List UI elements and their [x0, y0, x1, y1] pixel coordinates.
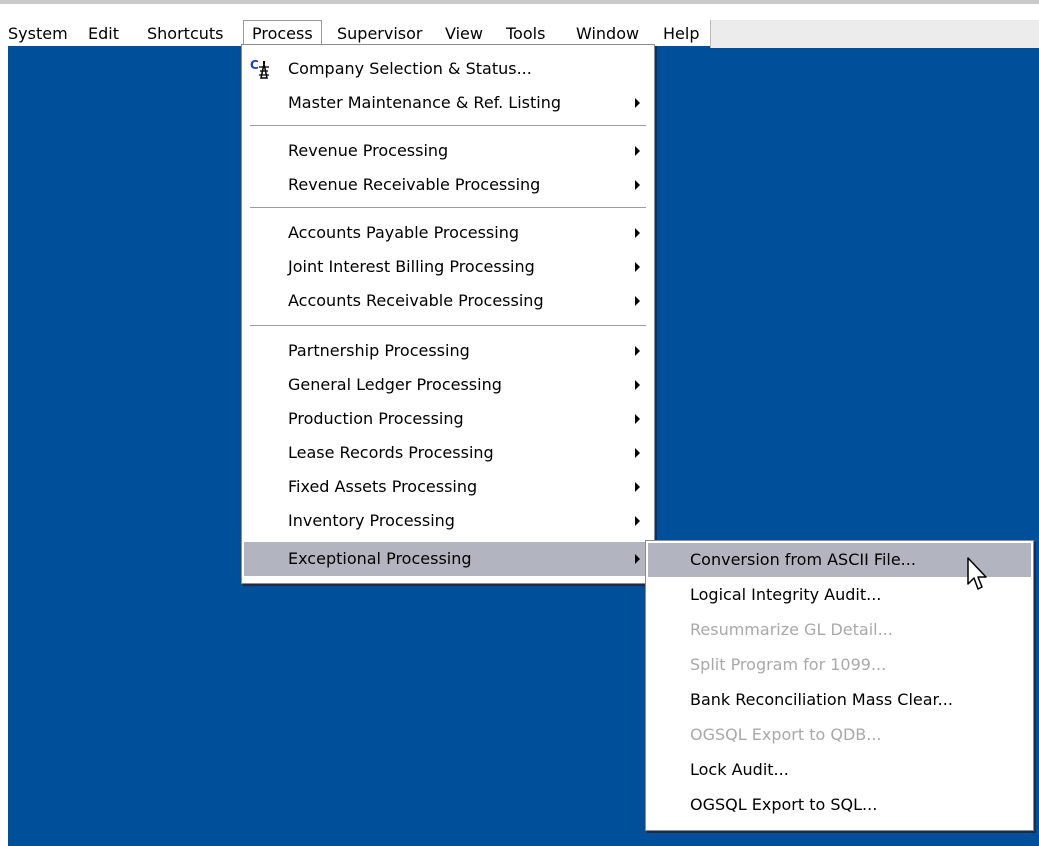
menu-item-label: Company Selection & Status... — [288, 59, 532, 78]
menu-item-lock-audit[interactable]: Lock Audit... — [648, 753, 1031, 787]
menu-item-joint-interest-billing[interactable]: Joint Interest Billing Processing — [244, 250, 652, 284]
submenu-arrow-icon — [635, 146, 640, 156]
menu-item-label: Bank Reconciliation Mass Clear... — [690, 690, 953, 709]
menu-item-label: Partnership Processing — [288, 341, 470, 360]
submenu-arrow-icon — [635, 380, 640, 390]
menu-bar-empty-area — [710, 20, 1039, 48]
menu-item-label: Lease Records Processing — [288, 443, 494, 462]
submenu-arrow-icon — [635, 516, 640, 526]
menu-item-label: OGSQL Export to SQL... — [690, 795, 878, 814]
submenu-arrow-icon — [635, 448, 640, 458]
menu-item-inventory[interactable]: Inventory Processing — [244, 504, 652, 538]
menu-item-resummarize-gl: Resummarize GL Detail... — [648, 613, 1031, 647]
mouse-pointer-icon — [967, 557, 987, 590]
menu-item-label: Revenue Receivable Processing — [288, 175, 541, 194]
menu-item-revenue-receivable[interactable]: Revenue Receivable Processing — [244, 168, 652, 202]
menu-item-label: Master Maintenance & Ref. Listing — [288, 93, 562, 112]
menu-item-lease-records[interactable]: Lease Records Processing — [244, 436, 652, 470]
menu-item-master-maintenance[interactable]: Master Maintenance & Ref. Listing — [244, 86, 652, 120]
menu-item-general-ledger[interactable]: General Ledger Processing — [244, 368, 652, 402]
application-window: System Edit Shortcuts Process Supervisor… — [0, 0, 1039, 846]
menu-item-label: Resummarize GL Detail... — [690, 620, 893, 639]
menu-item-label: Exceptional Processing — [288, 549, 472, 568]
menu-item-partnership[interactable]: Partnership Processing — [244, 334, 652, 368]
menu-item-label: General Ledger Processing — [288, 375, 502, 394]
menu-item-label: Split Program for 1099... — [690, 655, 887, 674]
submenu-arrow-icon — [635, 554, 640, 564]
menu-item-label: Accounts Payable Processing — [288, 223, 519, 242]
menu-item-exceptional-processing[interactable]: Exceptional Processing — [244, 542, 652, 576]
submenu-arrow-icon — [635, 482, 640, 492]
menu-item-accounts-receivable[interactable]: Accounts Receivable Processing — [244, 284, 652, 318]
menu-separator — [250, 125, 646, 127]
menu-item-label: Lock Audit... — [690, 760, 789, 779]
menu-edit[interactable]: Edit — [80, 20, 127, 48]
menu-item-label: Fixed Assets Processing — [288, 477, 478, 496]
submenu-arrow-icon — [635, 296, 640, 306]
menu-item-ogsql-export-qdb: OGSQL Export to QDB... — [648, 718, 1031, 752]
submenu-arrow-icon — [635, 346, 640, 356]
menu-item-company-selection[interactable]: C Company Selection & Status... — [244, 52, 652, 86]
menu-system[interactable]: System — [0, 20, 76, 48]
menu-item-accounts-payable[interactable]: Accounts Payable Processing — [244, 216, 652, 250]
menu-item-fixed-assets[interactable]: Fixed Assets Processing — [244, 470, 652, 504]
submenu-arrow-icon — [635, 98, 640, 108]
svg-text:C: C — [250, 58, 259, 72]
menu-item-label: Logical Integrity Audit... — [690, 585, 882, 604]
submenu-arrow-icon — [635, 414, 640, 424]
menu-item-revenue-processing[interactable]: Revenue Processing — [244, 134, 652, 168]
process-menu: C Company Selection & Status... Master M… — [241, 44, 655, 584]
menu-item-bank-reconciliation[interactable]: Bank Reconciliation Mass Clear... — [648, 683, 1031, 717]
menu-item-label: Production Processing — [288, 409, 464, 428]
menu-separator — [250, 325, 646, 327]
menu-item-label: Joint Interest Billing Processing — [288, 257, 535, 276]
submenu-arrow-icon — [635, 262, 640, 272]
menu-shortcuts[interactable]: Shortcuts — [139, 20, 231, 48]
menu-item-ogsql-export-sql[interactable]: OGSQL Export to SQL... — [648, 788, 1031, 822]
submenu-arrow-icon — [635, 180, 640, 190]
menu-item-label: Conversion from ASCII File... — [690, 550, 916, 569]
menu-help[interactable]: Help — [655, 20, 707, 48]
menu-item-label: OGSQL Export to QDB... — [690, 725, 882, 744]
company-icon: C — [250, 58, 274, 80]
menu-item-split-program-1099: Split Program for 1099... — [648, 648, 1031, 682]
menu-item-label: Inventory Processing — [288, 511, 455, 530]
menu-item-production[interactable]: Production Processing — [244, 402, 652, 436]
menu-separator — [250, 207, 646, 209]
menu-item-label: Revenue Processing — [288, 141, 449, 160]
submenu-arrow-icon — [635, 228, 640, 238]
menu-item-label: Accounts Receivable Processing — [288, 291, 544, 310]
menu-bar: System Edit Shortcuts Process Supervisor… — [0, 0, 1039, 48]
